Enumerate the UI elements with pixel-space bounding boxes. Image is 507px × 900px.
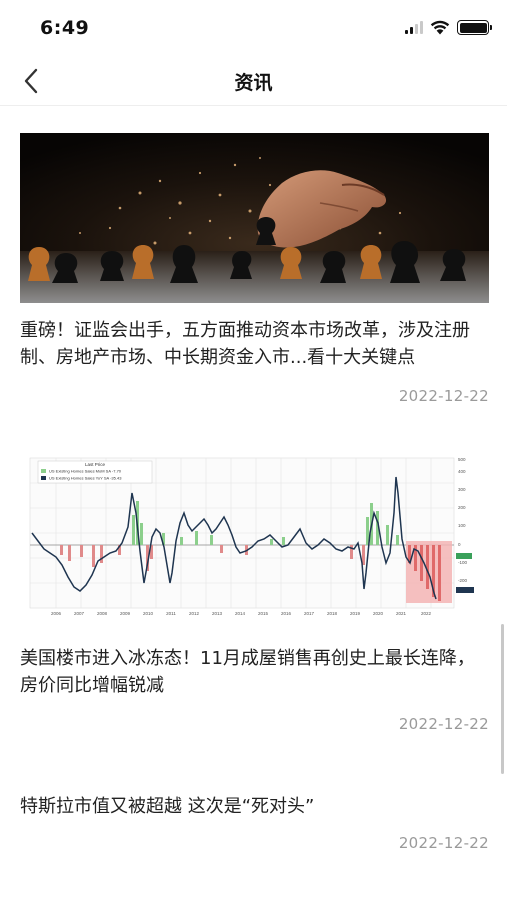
news-image-housing-chart: Last Price US Existing Homes Sales MoM S… xyxy=(20,453,489,631)
chart-x-label: 2017 xyxy=(304,611,315,616)
news-item[interactable]: 重磅！证监会出手，五方面推动资本市场改革，涉及注册制、房地产市场、中长期资金入市… xyxy=(20,133,489,405)
chart-x-label: 2015 xyxy=(258,611,269,616)
chart-y-label: -200 xyxy=(458,578,468,583)
chart-x-label: 2011 xyxy=(166,611,176,616)
wifi-icon xyxy=(430,20,450,35)
news-item[interactable]: Last Price US Existing Homes Sales MoM S… xyxy=(20,453,489,733)
chart-y-label: -100 xyxy=(458,560,468,565)
chart-x-label: 2019 xyxy=(350,611,361,616)
chart-x-label: 2013 xyxy=(212,611,223,616)
chart-x-label: 2018 xyxy=(327,611,338,616)
status-bar: 6:49 xyxy=(0,0,507,56)
news-image-chess xyxy=(20,133,489,303)
chart-x-label: 2007 xyxy=(74,611,85,616)
status-icons xyxy=(405,20,492,35)
news-title: 美国楼市进入冰冻态！11月成屋销售再创史上最长连降，房价同比增幅锐减 xyxy=(20,648,475,696)
chart-y-label: 100 xyxy=(458,523,466,528)
battery-icon xyxy=(457,20,492,35)
news-date: 2022-12-22 xyxy=(398,387,489,405)
scrollbar[interactable] xyxy=(501,624,504,774)
chart-x-label: 2012 xyxy=(189,611,200,616)
chart-x-label: 2020 xyxy=(373,611,384,616)
chart-legend-mom: US Existing Homes Sales MoM SA -7.70 xyxy=(49,469,122,474)
chart-y-label: 400 xyxy=(458,469,466,474)
page-title: 资讯 xyxy=(234,72,273,94)
chart-x-label: 2008 xyxy=(97,611,108,616)
chart-x-label: 2009 xyxy=(120,611,131,616)
chart-legend-yoy: US Existing Homes Sales YoY SA -35.43 xyxy=(49,476,122,481)
news-title: 特斯拉市值又被超越 这次是“死对头” xyxy=(20,796,315,817)
news-item[interactable]: 特斯拉市值又被超越 这次是“死对头” 2022-12-22 xyxy=(20,793,489,852)
chart-x-label: 2016 xyxy=(281,611,292,616)
battery-level xyxy=(459,22,487,33)
chart-legend-heading: Last Price xyxy=(85,462,106,467)
chart-x-label: 2022 xyxy=(421,611,432,616)
news-date: 2022-12-22 xyxy=(398,834,489,852)
news-title: 重磅！证监会出手，五方面推动资本市场改革，涉及注册制、房地产市场、中长期资金入市… xyxy=(20,320,470,368)
chart-x-label: 2010 xyxy=(143,611,154,616)
cellular-signal-icon xyxy=(405,21,423,34)
chart-y-label: 500 xyxy=(458,457,466,462)
nav-bar: 资讯 xyxy=(0,56,507,106)
chart-x-label: 2014 xyxy=(235,611,246,616)
news-date: 2022-12-22 xyxy=(398,715,489,733)
chart-x-label: 2021 xyxy=(396,611,407,616)
chart-y-label: 200 xyxy=(458,505,466,510)
chart-x-label: 2006 xyxy=(51,611,62,616)
status-time: 6:49 xyxy=(40,17,90,39)
chart-y-label: 300 xyxy=(458,487,466,492)
